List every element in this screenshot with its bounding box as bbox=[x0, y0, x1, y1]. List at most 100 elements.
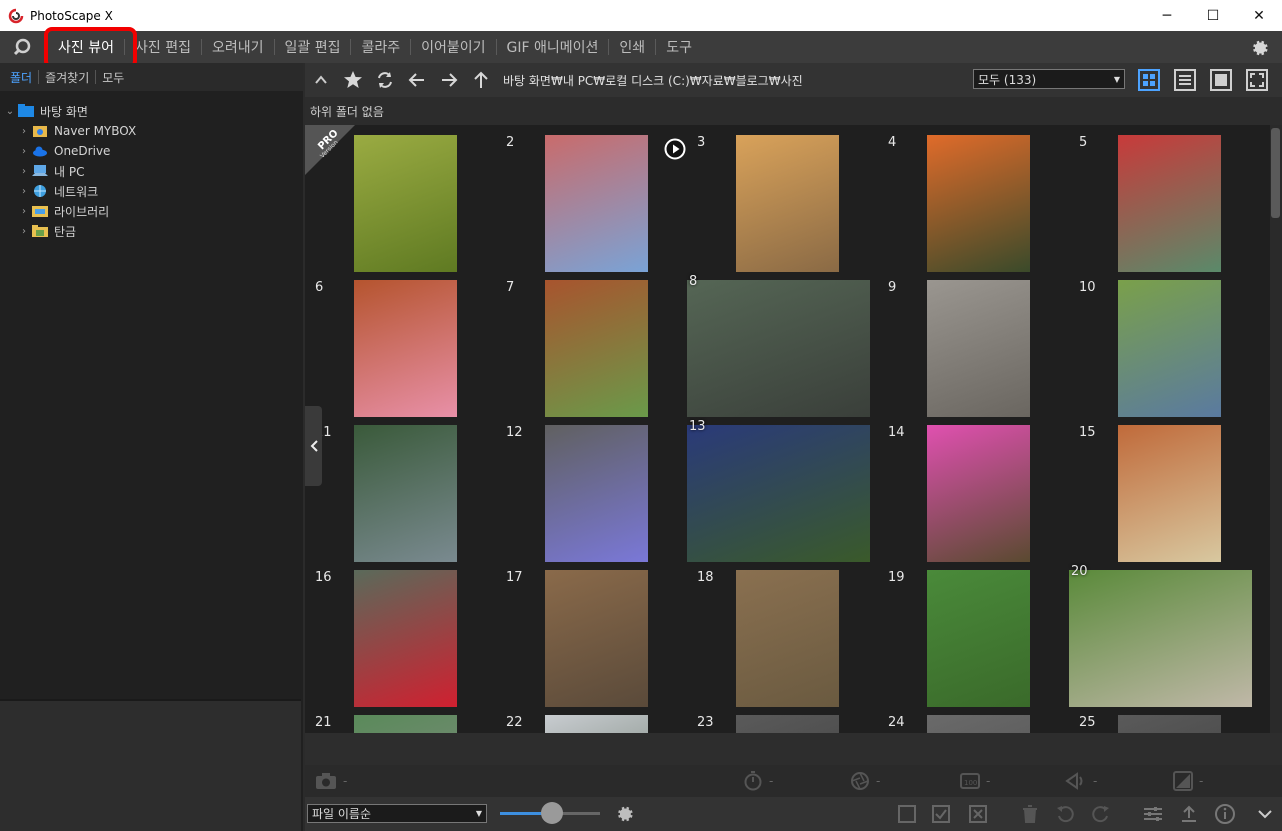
close-button[interactable]: ✕ bbox=[1236, 0, 1282, 31]
expand-arrow-down-icon[interactable]: ⌄ bbox=[2, 106, 18, 117]
adjust-button[interactable] bbox=[1141, 802, 1165, 826]
photo-thumbnail[interactable] bbox=[927, 570, 1030, 707]
fullscreen-button[interactable] bbox=[1245, 68, 1269, 92]
select-none-button[interactable] bbox=[895, 802, 919, 826]
collapse-up-button[interactable] bbox=[305, 63, 337, 97]
thumbnail-item[interactable]: 20 bbox=[1069, 560, 1260, 707]
photo-thumbnail[interactable] bbox=[736, 715, 839, 733]
thumbnail-item[interactable]: 18 bbox=[687, 560, 878, 707]
menu-item[interactable]: 이어붙이기 bbox=[411, 31, 495, 63]
menu-item[interactable]: 사진 뷰어 bbox=[44, 31, 124, 63]
deselect-button[interactable] bbox=[966, 802, 990, 826]
tab-all[interactable]: 모두 bbox=[96, 69, 130, 86]
expand-arrow-right-icon[interactable]: › bbox=[16, 226, 32, 237]
photo-thumbnail[interactable] bbox=[354, 570, 457, 707]
thumbnail-item[interactable]: 13 bbox=[687, 415, 878, 562]
view-list-button[interactable] bbox=[1173, 68, 1197, 92]
thumbnail-item[interactable]: 25 bbox=[1069, 705, 1260, 733]
thumbnail-item[interactable]: 16 bbox=[305, 560, 496, 707]
photo-thumbnail[interactable] bbox=[927, 715, 1030, 733]
sort-dropdown[interactable]: 파일 이름순 ▼ bbox=[307, 804, 487, 823]
thumbnail-item[interactable]: 2 bbox=[496, 125, 687, 272]
photo-thumbnail[interactable] bbox=[736, 135, 839, 272]
gear-icon[interactable] bbox=[1248, 37, 1270, 59]
slider-handle[interactable] bbox=[541, 802, 563, 824]
expand-panel-button[interactable] bbox=[1253, 802, 1277, 826]
expand-arrow-right-icon[interactable]: › bbox=[16, 146, 32, 157]
tab-favorites[interactable]: 즐겨찾기 bbox=[39, 69, 95, 86]
thumbnail-item[interactable]: 15 bbox=[1069, 415, 1260, 562]
photo-thumbnail[interactable] bbox=[545, 135, 648, 272]
thumbnail-item[interactable]: 8 bbox=[687, 270, 878, 417]
expand-arrow-right-icon[interactable]: › bbox=[16, 186, 32, 197]
app-home-icon[interactable] bbox=[0, 31, 44, 63]
photo-thumbnail[interactable] bbox=[1118, 135, 1221, 272]
tree-item[interactable]: ⌄ 바탕 화면 bbox=[0, 101, 303, 121]
menu-item[interactable]: 콜라주 bbox=[351, 31, 410, 63]
menu-item[interactable]: 도구 bbox=[656, 31, 702, 63]
photo-thumbnail[interactable] bbox=[354, 425, 457, 562]
photo-thumbnail[interactable] bbox=[545, 425, 648, 562]
photo-thumbnail[interactable] bbox=[1118, 280, 1221, 417]
delete-button[interactable] bbox=[1018, 802, 1042, 826]
tree-item[interactable]: › 라이브러리 bbox=[0, 201, 303, 221]
minimize-button[interactable]: ─ bbox=[1144, 0, 1190, 31]
menu-item[interactable]: 인쇄 bbox=[609, 31, 655, 63]
thumbnail-item[interactable]: 21 bbox=[305, 705, 496, 733]
menu-item[interactable]: 사진 편집 bbox=[125, 31, 201, 63]
thumbnail-item[interactable]: 3 bbox=[687, 125, 878, 272]
thumbnail-item[interactable]: 9 bbox=[878, 270, 1069, 417]
photo-thumbnail[interactable] bbox=[545, 570, 648, 707]
thumbnail-item[interactable]: 12 bbox=[496, 415, 687, 562]
filter-dropdown[interactable]: 모두 (133) ▼ bbox=[973, 69, 1125, 89]
scrollbar-thumb[interactable] bbox=[1271, 128, 1280, 218]
photo-thumbnail[interactable] bbox=[1118, 425, 1221, 562]
play-video-icon[interactable] bbox=[664, 138, 686, 160]
tree-item[interactable]: › Naver MYBOX bbox=[0, 121, 303, 141]
expand-arrow-right-icon[interactable]: › bbox=[16, 166, 32, 177]
collapse-left-panel-button[interactable] bbox=[305, 406, 322, 486]
photo-thumbnail[interactable] bbox=[354, 715, 457, 733]
expand-arrow-right-icon[interactable]: › bbox=[16, 126, 32, 137]
thumbnail-item[interactable]: 19 bbox=[878, 560, 1069, 707]
expand-arrow-right-icon[interactable]: › bbox=[16, 206, 32, 217]
rotate-left-button[interactable] bbox=[1053, 802, 1077, 826]
tree-item[interactable]: › OneDrive bbox=[0, 141, 303, 161]
maximize-button[interactable]: ☐ bbox=[1190, 0, 1236, 31]
select-all-button[interactable] bbox=[929, 802, 953, 826]
photo-thumbnail[interactable] bbox=[1069, 570, 1252, 707]
photo-thumbnail[interactable] bbox=[545, 280, 648, 417]
menu-item[interactable]: 오려내기 bbox=[202, 31, 274, 63]
thumbnail-item[interactable]: 24 bbox=[878, 705, 1069, 733]
photo-thumbnail[interactable] bbox=[736, 570, 839, 707]
photo-thumbnail[interactable] bbox=[687, 425, 870, 562]
favorite-button[interactable] bbox=[337, 63, 369, 97]
up-folder-button[interactable] bbox=[465, 63, 497, 97]
thumbnail-item[interactable]: 4 bbox=[878, 125, 1069, 272]
photo-thumbnail[interactable] bbox=[687, 280, 870, 417]
menu-item[interactable]: 일괄 편집 bbox=[275, 31, 351, 63]
thumbnail-item[interactable]: 22 bbox=[496, 705, 687, 733]
thumbnail-item[interactable]: 11 bbox=[305, 415, 496, 562]
view-grid-button[interactable] bbox=[1137, 68, 1161, 92]
rotate-right-button[interactable] bbox=[1089, 802, 1113, 826]
thumbnail-item[interactable]: 5 bbox=[1069, 125, 1260, 272]
thumbnail-item[interactable]: 23 bbox=[687, 705, 878, 733]
share-button[interactable] bbox=[1177, 802, 1201, 826]
photo-thumbnail[interactable] bbox=[354, 135, 457, 272]
forward-button[interactable] bbox=[433, 63, 465, 97]
thumbnail-item[interactable]: 17 bbox=[496, 560, 687, 707]
thumbnail-item[interactable]: 7 bbox=[496, 270, 687, 417]
photo-thumbnail[interactable] bbox=[354, 280, 457, 417]
thumbnail-item[interactable]: 14 bbox=[878, 415, 1069, 562]
info-button[interactable] bbox=[1213, 802, 1237, 826]
thumbnail-item[interactable]: 6 bbox=[305, 270, 496, 417]
photo-thumbnail[interactable] bbox=[545, 715, 648, 733]
tree-item[interactable]: › 네트워크 bbox=[0, 181, 303, 201]
tree-item[interactable]: › 탄금 bbox=[0, 221, 303, 241]
refresh-button[interactable] bbox=[369, 63, 401, 97]
photo-thumbnail[interactable] bbox=[927, 425, 1030, 562]
thumbnail-settings-button[interactable] bbox=[612, 802, 636, 826]
tab-folder[interactable]: 폴더 bbox=[8, 69, 38, 86]
tree-item[interactable]: › 내 PC bbox=[0, 161, 303, 181]
